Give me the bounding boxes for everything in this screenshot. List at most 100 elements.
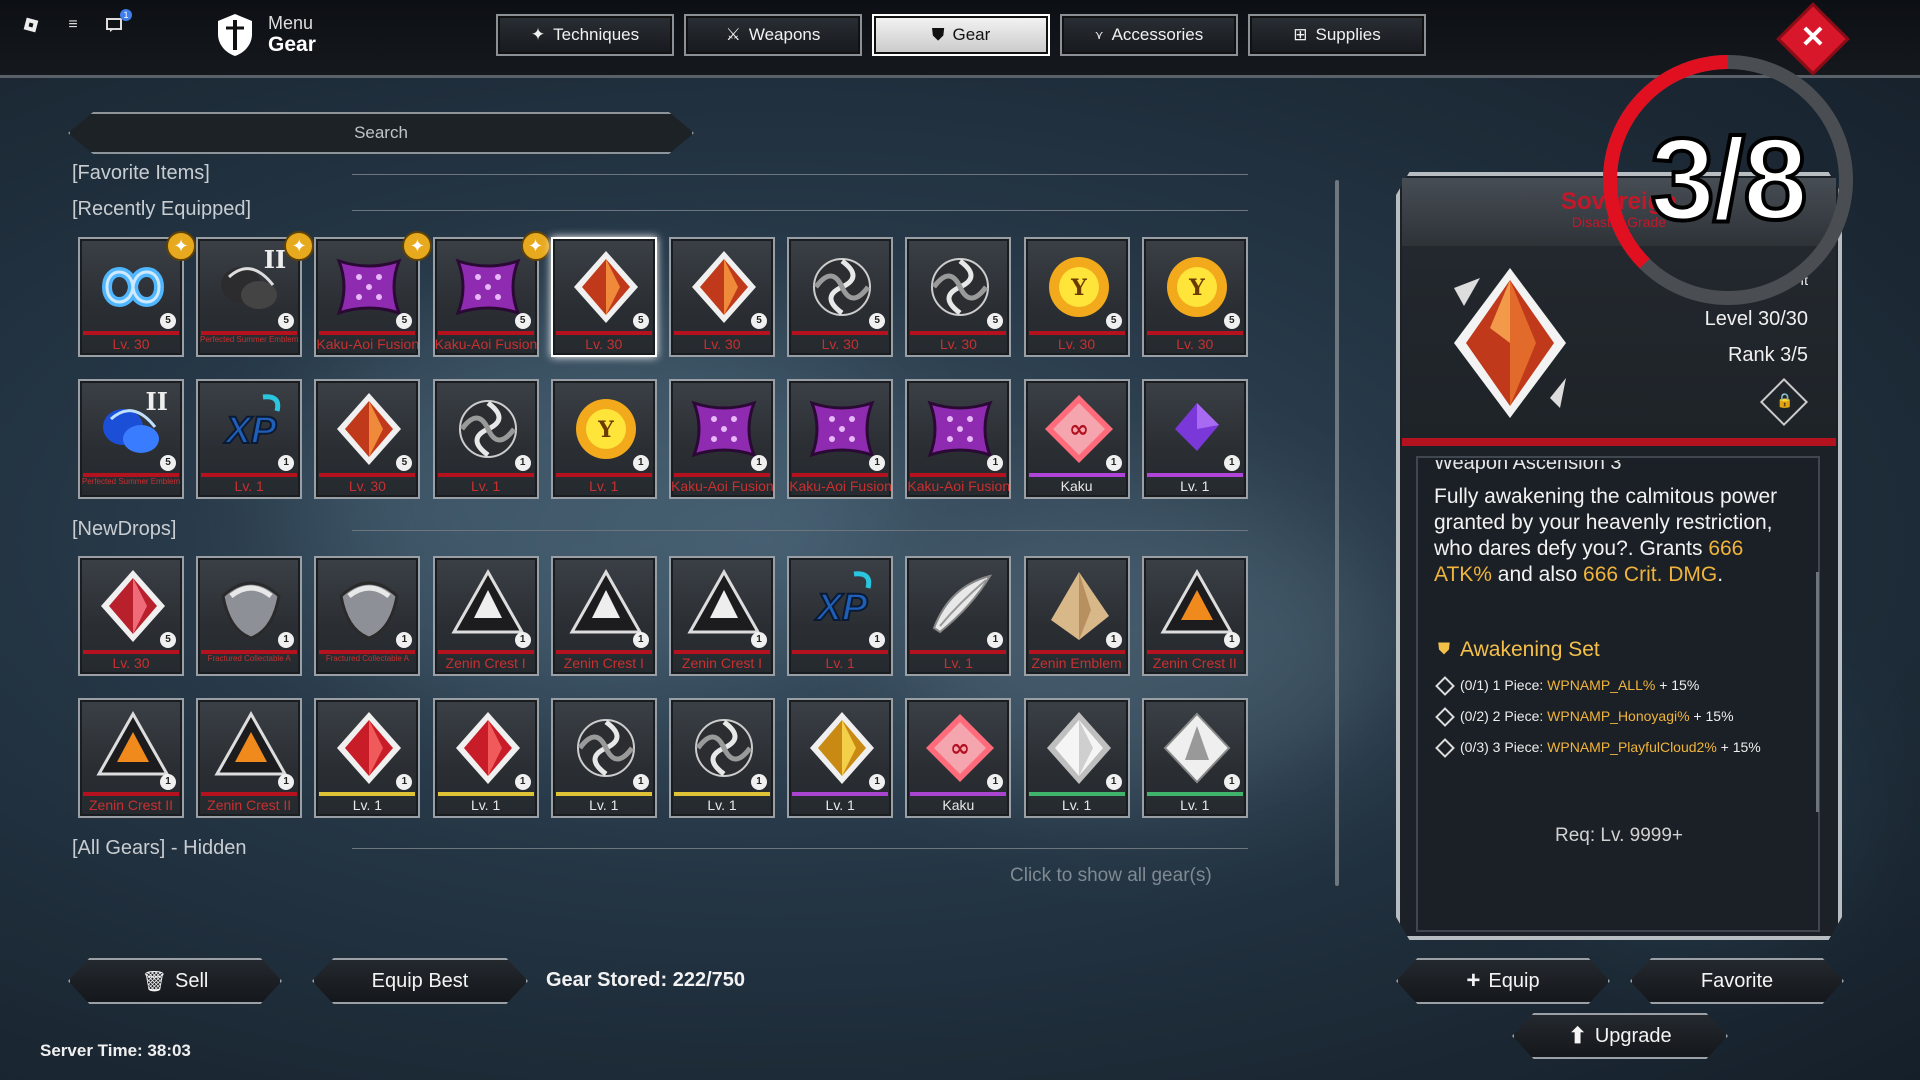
item-label: Perfected Summer Emblem <box>200 335 299 344</box>
item-card[interactable]: 1 Zenin Crest I <box>669 556 775 676</box>
equip-label: Equip <box>1488 969 1540 992</box>
roblox-logo-icon[interactable] <box>20 14 42 36</box>
rank-badge: 5 <box>632 313 649 329</box>
set-title: ⛊ Awakening Set <box>1438 638 1600 662</box>
description-scrollbar[interactable] <box>1816 572 1819 812</box>
tab-supplies[interactable]: ⊞ Supplies <box>1248 14 1426 56</box>
item-card[interactable]: XP 1 Lv. 1 <box>787 556 894 676</box>
item-label: Zenin Crest I <box>681 655 763 671</box>
item-card[interactable]: 1 Zenin Emblem <box>1023 556 1130 676</box>
item-card[interactable]: 5 Lv. 30 <box>78 556 184 676</box>
item-card[interactable]: 1 Lv. 1 <box>432 698 539 818</box>
item-card[interactable]: 1 Lv. 1 <box>550 698 657 818</box>
item-label: Zenin Crest II <box>207 797 292 813</box>
section-all-gears[interactable]: [All Gears] - Hidden <box>72 837 247 860</box>
chat-icon[interactable]: 1 <box>104 9 132 36</box>
item-card[interactable]: 1 Zenin Crest I <box>432 556 539 676</box>
tab-accessories[interactable]: ⋎ Accessories <box>1060 14 1238 56</box>
whitegem-item-icon <box>1046 712 1111 784</box>
item-card[interactable]: ∞ 1 Kaku <box>905 698 1012 818</box>
server-time: Server Time: 38:03 <box>40 1041 191 1060</box>
item-description: Fully awakening the calmitous power gran… <box>1434 484 1794 588</box>
section-recently-equipped: [Recently Equipped] <box>72 198 252 220</box>
item-card[interactable]: 5 Lv. 30 ✦ <box>78 231 196 357</box>
item-label: Zenin Crest I <box>445 655 526 671</box>
item-card[interactable]: 5 Lv. 30 <box>550 237 657 357</box>
swirl-item-icon <box>576 719 635 777</box>
item-card[interactable]: 5 Lv. 30 <box>787 237 894 357</box>
tab-gear[interactable]: ⛊ Gear <box>872 14 1050 56</box>
rank-badge: 1 <box>278 632 295 648</box>
rank-badge: 1 <box>278 774 295 790</box>
rank-badge: 5 <box>1223 313 1240 329</box>
item-card[interactable]: II 5 Perfected Summer Emblem ✦ <box>196 231 315 357</box>
item-card[interactable]: 1 Kaku-Aoi Fusion <box>905 379 1012 499</box>
menu-title[interactable]: Menu Gear <box>214 12 316 58</box>
item-card[interactable]: ∞ 1 Kaku <box>1023 379 1130 499</box>
item-label: Kaku-Aoi Fusion <box>316 336 419 352</box>
crestorange-item-icon <box>214 710 288 776</box>
hamburger-menu-icon[interactable]: ≡ <box>62 14 84 36</box>
tab-weapons[interactable]: ⚔ Weapons <box>684 14 862 56</box>
sparkle-icon: ✦ <box>530 25 546 44</box>
silver-item-icon <box>339 581 400 640</box>
arrow-up-icon: ⬆ <box>1568 1023 1587 1048</box>
item-card[interactable]: Y 5 Lv. 30 <box>1141 237 1248 357</box>
item-card[interactable]: II 5 Perfected Summer Emblem <box>78 379 184 499</box>
diamond-icon <box>1435 738 1455 758</box>
equip-button[interactable]: + Equip <box>1396 958 1610 1004</box>
tab-techniques[interactable]: ✦ Techniques <box>496 14 674 56</box>
upgrade-button[interactable]: ⬆ Upgrade <box>1512 1013 1728 1059</box>
item-card[interactable]: 1 Zenin Crest II <box>196 698 303 818</box>
item-card[interactable]: 5 Lv. 30 <box>905 237 1012 357</box>
item-card[interactable]: 1 Lv. 1 <box>787 698 894 818</box>
sell-button[interactable]: 🗑 Sell <box>68 958 282 1004</box>
item-card[interactable]: 5 Lv. 30 <box>314 379 421 499</box>
item-card[interactable]: 1 Zenin Crest I <box>550 556 657 676</box>
item-card[interactable]: 1 Lv. 1 <box>1023 698 1130 818</box>
plus-icon: + <box>1466 967 1481 994</box>
item-label: Perfected Summer Emblem <box>81 477 181 486</box>
item-card[interactable]: 1 Fractured Collectable A <box>196 556 303 676</box>
favorite-star-icon: ✦ <box>166 231 196 261</box>
item-card[interactable]: XP 1 Lv. 1 <box>196 379 303 499</box>
item-card[interactable]: 1 Lv. 1 <box>1141 379 1248 499</box>
item-card[interactable]: 5 Kaku-Aoi Fusion ✦ <box>314 231 433 357</box>
item-label: Lv. 1 <box>1180 797 1210 813</box>
rank-badge: 1 <box>869 632 886 648</box>
item-label: Zenin Emblem <box>1031 655 1122 671</box>
item-card[interactable]: Y 1 Lv. 1 <box>550 379 657 499</box>
equip-best-button[interactable]: Equip Best <box>312 958 528 1004</box>
item-card[interactable]: 1 Lv. 1 <box>432 379 539 499</box>
item-card[interactable]: 1 Zenin Crest II <box>78 698 184 818</box>
item-card[interactable]: 1 Kaku-Aoi Fusion <box>787 379 894 499</box>
svg-text:Y: Y <box>1070 275 1087 301</box>
rank-badge: 5 <box>160 455 176 471</box>
item-card[interactable]: 1 Lv. 1 <box>905 556 1012 676</box>
item-card[interactable]: 1 Lv. 1 <box>314 698 421 818</box>
item-card[interactable]: 1 Lv. 1 <box>669 698 775 818</box>
crest-item-icon <box>451 568 525 634</box>
item-label: Lv. 1 <box>707 797 737 813</box>
svg-text:Y: Y <box>597 417 614 443</box>
system-icons: ≡ 1 <box>20 9 132 36</box>
item-card[interactable]: 1 Kaku-Aoi Fusion <box>669 379 775 499</box>
item-label: Kaku <box>1060 478 1093 494</box>
show-all-gears-link[interactable]: Click to show all gear(s) <box>1010 865 1212 887</box>
list-scrollbar[interactable] <box>1335 180 1339 886</box>
item-card[interactable]: 1 Lv. 1 <box>1141 698 1248 818</box>
item-card[interactable]: 1 Zenin Crest II <box>1141 556 1248 676</box>
rank-badge: 5 <box>869 313 886 329</box>
rank-badge: 5 <box>278 313 295 329</box>
item-card[interactable]: 5 Kaku-Aoi Fusion ✦ <box>432 231 551 357</box>
set-name: WPNAMP_ALL% <box>1547 677 1656 693</box>
item-card[interactable]: 5 Lv. 30 <box>669 237 775 357</box>
favorite-button[interactable]: Favorite <box>1630 958 1844 1004</box>
item-label: Lv. 30 <box>112 336 150 352</box>
item-card[interactable]: 1 Fractured Collectable A <box>314 556 421 676</box>
search-input[interactable]: Search <box>68 112 694 154</box>
set-row: (0/2) 2 Piece: WPNAMP_Honoyagi% + 15% <box>1435 707 1798 727</box>
set-count: (0/2) 2 Piece: <box>1460 708 1548 724</box>
orange-item-icon <box>692 251 756 323</box>
item-card[interactable]: Y 5 Lv. 30 <box>1023 237 1130 357</box>
